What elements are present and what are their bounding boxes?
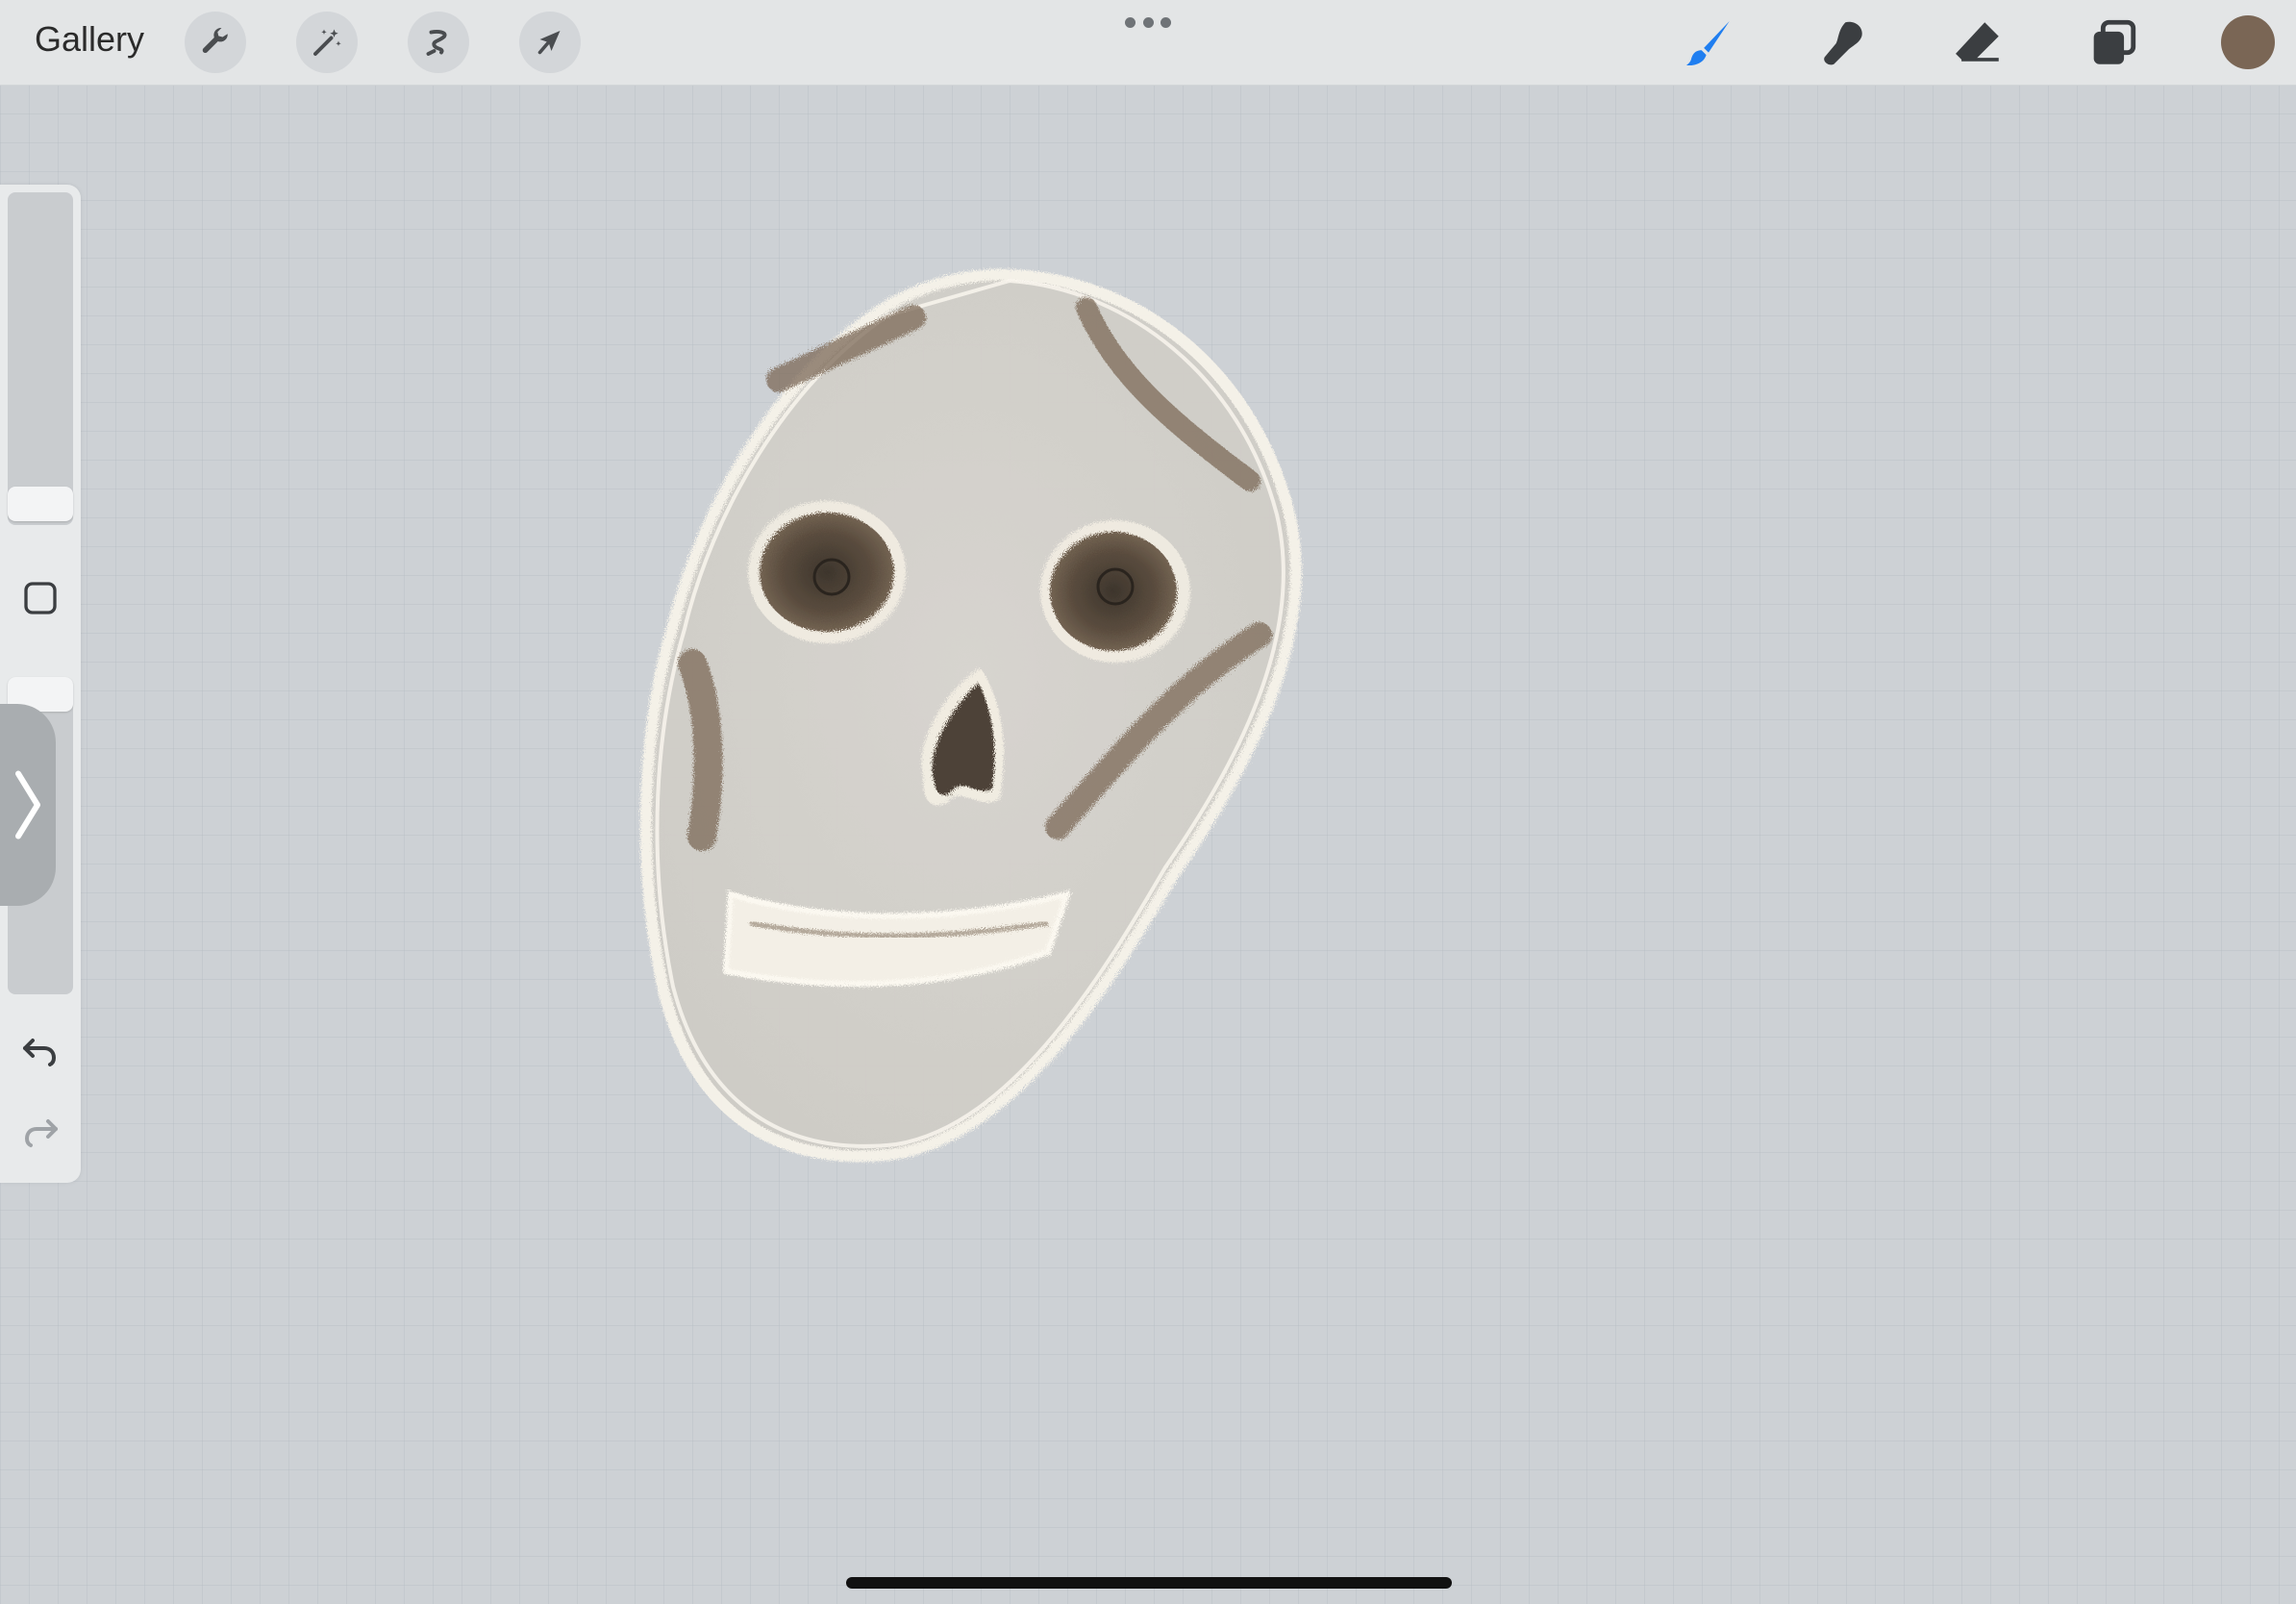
- left-sidebar: [0, 185, 81, 1183]
- skull-left-eye: [748, 501, 906, 643]
- brush-icon: [1686, 21, 1730, 66]
- skull-artwork: [639, 268, 1302, 1163]
- adjustments-button[interactable]: [296, 12, 358, 73]
- redo-button[interactable]: [17, 1108, 63, 1154]
- wrench-icon: [202, 27, 228, 54]
- layers-button[interactable]: [2083, 13, 2142, 73]
- skull-right-eye: [1040, 520, 1190, 663]
- home-indicator: [846, 1577, 1452, 1589]
- eraser-icon: [1956, 22, 1999, 62]
- actions-button[interactable]: [185, 12, 246, 73]
- layers-icon: [2093, 19, 2136, 64]
- smudge-tool-button[interactable]: [1813, 13, 1873, 73]
- brush-size-slider[interactable]: [8, 192, 73, 525]
- top-toolbar: Gallery: [0, 0, 2296, 86]
- eraser-tool-button[interactable]: [1948, 13, 2008, 73]
- modify-button[interactable]: [21, 579, 60, 617]
- selection-icon: [426, 29, 447, 56]
- smudge-icon: [1824, 21, 1862, 65]
- redo-icon: [24, 1119, 58, 1147]
- transform-arrow-icon: [537, 31, 561, 55]
- more-menu-button[interactable]: [1125, 17, 1171, 29]
- square-icon: [24, 582, 57, 614]
- magic-wand-icon: [313, 29, 341, 56]
- color-picker-button[interactable]: [2221, 15, 2275, 69]
- brush-tool-button[interactable]: [1679, 13, 1738, 73]
- transform-button[interactable]: [519, 12, 581, 73]
- undo-icon: [23, 1039, 57, 1066]
- sidebar-toggle-tab[interactable]: [0, 704, 56, 906]
- undo-button[interactable]: [17, 1027, 63, 1073]
- more-dots-icon: [1125, 17, 1136, 28]
- chevron-right-icon: [15, 770, 40, 840]
- brush-size-thumb[interactable]: [8, 487, 73, 521]
- gallery-button[interactable]: Gallery: [35, 19, 144, 60]
- selection-button[interactable]: [408, 12, 469, 73]
